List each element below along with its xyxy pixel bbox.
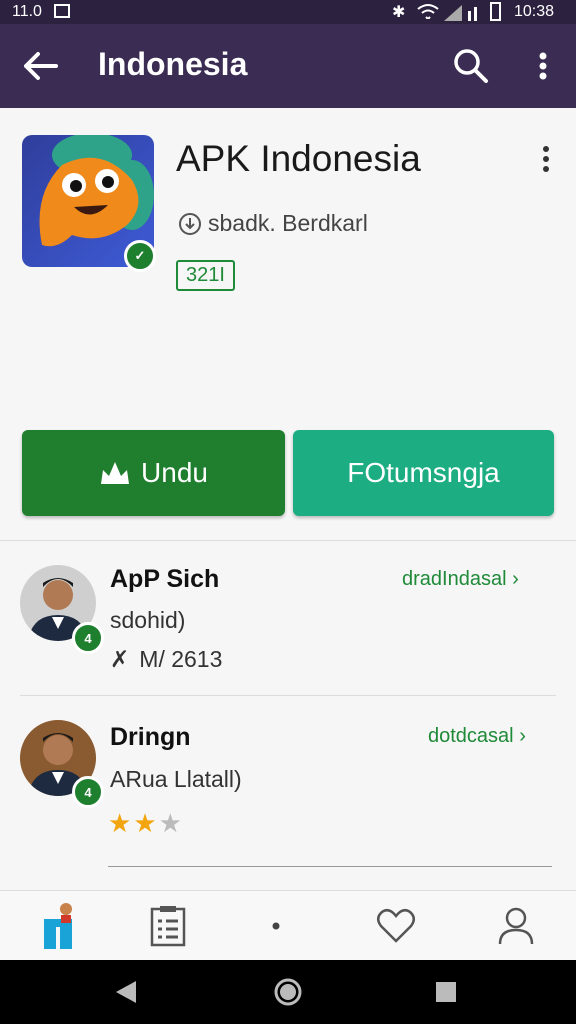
square-recents-icon bbox=[436, 982, 456, 1002]
developer-name: sbadk. Berdkarl bbox=[208, 210, 368, 236]
status-time-left: 11.0 bbox=[12, 3, 42, 20]
secondary-button[interactable]: FOtumsngja bbox=[293, 430, 554, 516]
nav-profile[interactable] bbox=[486, 901, 546, 951]
review-link-label: dotdcasal bbox=[428, 725, 514, 747]
image-notification-icon bbox=[54, 4, 70, 18]
review-link[interactable]: dotdcasal › bbox=[428, 725, 526, 748]
system-recents-button[interactable] bbox=[428, 976, 464, 1008]
system-navigation-bar bbox=[0, 960, 576, 1024]
triangle-back-icon bbox=[116, 981, 136, 1003]
bluetooth-icon: ✱ bbox=[392, 4, 406, 21]
crown-icon bbox=[101, 462, 130, 484]
more-vert-icon bbox=[539, 52, 547, 80]
page-title: Indonesia bbox=[98, 46, 248, 82]
signal-icon bbox=[444, 5, 477, 21]
divider bbox=[20, 695, 556, 696]
developer-row[interactable]: sbadk. Berdkarl bbox=[178, 210, 368, 237]
reviewer-subtitle: sdohid) bbox=[110, 607, 186, 633]
back-arrow-icon bbox=[24, 52, 58, 80]
chevron-right-icon: › bbox=[519, 725, 526, 747]
verified-badge: ✓ bbox=[124, 240, 156, 272]
back-button[interactable] bbox=[16, 44, 66, 88]
tool-icon: ✗ bbox=[110, 646, 130, 672]
home-icon bbox=[44, 903, 72, 949]
star-empty-icon: ★ bbox=[158, 808, 184, 838]
nav-home[interactable] bbox=[30, 901, 90, 951]
profile-icon bbox=[498, 907, 534, 945]
review-link[interactable]: dradIndasal › bbox=[402, 568, 519, 591]
status-bar: 11.0 ✱ 10:38 bbox=[0, 0, 576, 24]
star-filled-icon: ★ bbox=[133, 808, 159, 838]
system-back-button[interactable] bbox=[108, 976, 144, 1008]
verified-badge: 4 bbox=[72, 622, 104, 654]
reviewer-meta: M/ 2613 bbox=[139, 646, 223, 672]
install-label: Undu bbox=[141, 457, 208, 488]
nav-list[interactable] bbox=[138, 901, 198, 951]
dot-icon bbox=[272, 922, 280, 930]
secondary-label: FOtumsngja bbox=[347, 457, 500, 488]
heart-icon bbox=[377, 908, 415, 943]
nav-favorites[interactable] bbox=[366, 901, 426, 951]
more-vert-icon bbox=[543, 146, 549, 172]
overflow-menu-button[interactable] bbox=[528, 44, 558, 88]
install-button[interactable]: Undu bbox=[22, 430, 285, 516]
app-more-button[interactable] bbox=[532, 142, 560, 176]
system-home-button[interactable] bbox=[270, 976, 306, 1008]
reviewer-subtitle: ARua Llatall) bbox=[110, 766, 242, 792]
bottom-navigation bbox=[0, 890, 576, 961]
star-rating: ★★★ bbox=[108, 808, 184, 839]
search-icon bbox=[454, 49, 488, 83]
nav-dot[interactable] bbox=[246, 901, 306, 951]
divider bbox=[0, 540, 576, 541]
reviewer-name: ApP Sich bbox=[110, 565, 220, 593]
reviewer-meta-row: ✗ M/ 2613 bbox=[110, 646, 222, 673]
divider bbox=[108, 866, 552, 867]
star-filled-icon: ★ bbox=[108, 808, 134, 838]
size-badge: 321I bbox=[176, 260, 235, 291]
list-icon bbox=[150, 906, 186, 947]
circle-home-icon bbox=[274, 978, 302, 1006]
reviewer-name: Dringn bbox=[110, 723, 191, 751]
verified-badge: 4 bbox=[72, 776, 104, 808]
wifi-icon bbox=[417, 4, 439, 19]
app-bar: Indonesia bbox=[0, 24, 576, 108]
review-link-label: dradIndasal bbox=[402, 568, 507, 590]
download-circle-icon bbox=[179, 212, 201, 235]
app-title: APK Indonesia bbox=[176, 138, 421, 179]
chevron-right-icon: › bbox=[512, 568, 519, 590]
status-time-right: 10:38 bbox=[514, 3, 555, 20]
search-button[interactable] bbox=[448, 44, 494, 88]
battery-icon bbox=[490, 2, 501, 21]
